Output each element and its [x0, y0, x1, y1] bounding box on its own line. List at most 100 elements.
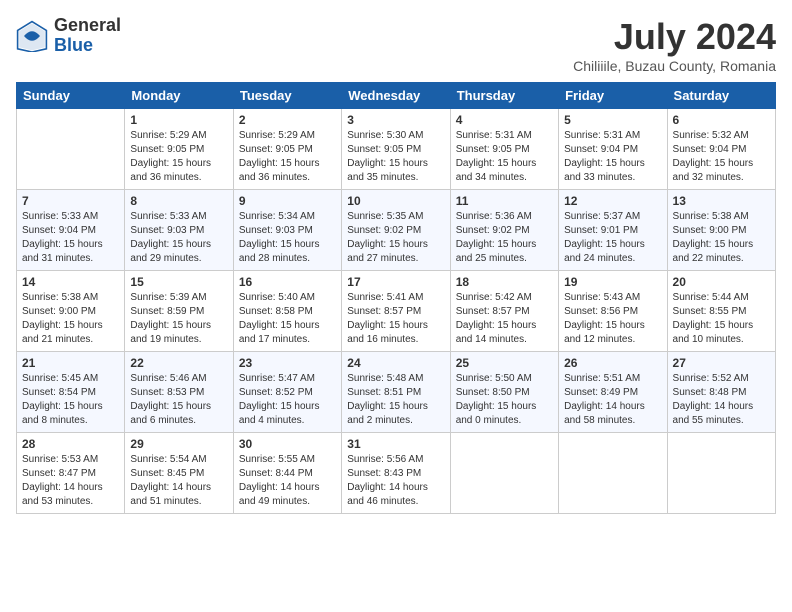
day-number: 17	[347, 275, 444, 289]
day-number: 22	[130, 356, 227, 370]
day-number: 11	[456, 194, 553, 208]
title-block: July 2024 Chiliiile, Buzau County, Roman…	[573, 16, 776, 74]
day-number: 19	[564, 275, 661, 289]
calendar-cell: 26 Sunrise: 5:51 AM Sunset: 8:49 PM Dayli…	[559, 352, 667, 433]
day-info: Sunrise: 5:56 AM Sunset: 8:43 PM Dayligh…	[347, 453, 444, 509]
calendar-week-row: 7 Sunrise: 5:33 AM Sunset: 9:04 PM Daylig…	[17, 190, 776, 271]
day-info: Sunrise: 5:29 AM Sunset: 9:05 PM Dayligh…	[130, 129, 227, 185]
calendar-cell	[559, 433, 667, 514]
logo-general: General	[54, 16, 121, 36]
calendar-week-row: 21Sunrise: 5:45 AM Sunset: 8:54 PM Dayli…	[17, 352, 776, 433]
page-header: General Blue July 2024 Chiliiile, Buzau …	[16, 16, 776, 74]
day-number: 14	[22, 275, 119, 289]
calendar-cell: 11Sunrise: 5:36 AM Sunset: 9:02 PM Dayli…	[450, 190, 558, 271]
day-number: 12	[564, 194, 661, 208]
calendar-week-row: 28Sunrise: 5:53 AM Sunset: 8:47 PM Dayli…	[17, 433, 776, 514]
day-info: Sunrise: 5:46 AM Sunset: 8:53 PM Dayligh…	[130, 372, 227, 428]
day-info: Sunrise: 5:30 AM Sunset: 9:05 PM Dayligh…	[347, 129, 444, 185]
day-info: Sunrise: 5:47 AM Sunset: 8:52 PM Dayligh…	[239, 372, 336, 428]
calendar-cell: 3 Sunrise: 5:30 AM Sunset: 9:05 PM Daylig…	[342, 109, 450, 190]
month-title: July 2024	[573, 16, 776, 58]
day-info: Sunrise: 5:31 AM Sunset: 9:05 PM Dayligh…	[456, 129, 553, 185]
calendar-cell: 29Sunrise: 5:54 AM Sunset: 8:45 PM Dayli…	[125, 433, 233, 514]
day-info: Sunrise: 5:41 AM Sunset: 8:57 PM Dayligh…	[347, 291, 444, 347]
day-info: Sunrise: 5:31 AM Sunset: 9:04 PM Dayligh…	[564, 129, 661, 185]
day-info: Sunrise: 5:51 AM Sunset: 8:49 PM Dayligh…	[564, 372, 661, 428]
day-info: Sunrise: 5:38 AM Sunset: 9:00 PM Dayligh…	[673, 210, 770, 266]
calendar-cell: 1 Sunrise: 5:29 AM Sunset: 9:05 PM Daylig…	[125, 109, 233, 190]
day-number: 13	[673, 194, 770, 208]
calendar-cell: 13 Sunrise: 5:38 AM Sunset: 9:00 PM Dayli…	[667, 190, 775, 271]
day-number: 7	[22, 194, 119, 208]
weekday-header: Wednesday	[342, 83, 450, 109]
day-info: Sunrise: 5:53 AM Sunset: 8:47 PM Dayligh…	[22, 453, 119, 509]
day-number: 6	[673, 113, 770, 127]
calendar-cell: 24 Sunrise: 5:48 AM Sunset: 8:51 PM Dayli…	[342, 352, 450, 433]
day-number: 8	[130, 194, 227, 208]
day-info: Sunrise: 5:42 AM Sunset: 8:57 PM Dayligh…	[456, 291, 553, 347]
weekday-header: Tuesday	[233, 83, 341, 109]
calendar-cell: 10Sunrise: 5:35 AM Sunset: 9:02 PM Dayli…	[342, 190, 450, 271]
weekday-header: Saturday	[667, 83, 775, 109]
day-info: Sunrise: 5:32 AM Sunset: 9:04 PM Dayligh…	[673, 129, 770, 185]
day-number: 4	[456, 113, 553, 127]
calendar-cell: 21Sunrise: 5:45 AM Sunset: 8:54 PM Dayli…	[17, 352, 125, 433]
day-info: Sunrise: 5:29 AM Sunset: 9:05 PM Dayligh…	[239, 129, 336, 185]
day-info: Sunrise: 5:55 AM Sunset: 8:44 PM Dayligh…	[239, 453, 336, 509]
day-info: Sunrise: 5:33 AM Sunset: 9:03 PM Dayligh…	[130, 210, 227, 266]
day-info: Sunrise: 5:39 AM Sunset: 8:59 PM Dayligh…	[130, 291, 227, 347]
day-number: 18	[456, 275, 553, 289]
weekday-header: Sunday	[17, 83, 125, 109]
calendar-week-row: 14 Sunrise: 5:38 AM Sunset: 9:00 PM Dayli…	[17, 271, 776, 352]
calendar-cell: 5 Sunrise: 5:31 AM Sunset: 9:04 PM Daylig…	[559, 109, 667, 190]
day-info: Sunrise: 5:48 AM Sunset: 8:51 PM Dayligh…	[347, 372, 444, 428]
day-number: 1	[130, 113, 227, 127]
calendar-cell: 25 Sunrise: 5:50 AM Sunset: 8:50 PM Dayli…	[450, 352, 558, 433]
day-number: 9	[239, 194, 336, 208]
calendar-cell: 30 Sunrise: 5:55 AM Sunset: 8:44 PM Dayli…	[233, 433, 341, 514]
day-number: 31	[347, 437, 444, 451]
calendar-cell: 9Sunrise: 5:34 AM Sunset: 9:03 PM Daylig…	[233, 190, 341, 271]
day-number: 3	[347, 113, 444, 127]
calendar-cell: 4 Sunrise: 5:31 AM Sunset: 9:05 PM Daylig…	[450, 109, 558, 190]
day-info: Sunrise: 5:35 AM Sunset: 9:02 PM Dayligh…	[347, 210, 444, 266]
calendar-cell: 31 Sunrise: 5:56 AM Sunset: 8:43 PM Dayli…	[342, 433, 450, 514]
day-number: 16	[239, 275, 336, 289]
day-number: 24	[347, 356, 444, 370]
day-info: Sunrise: 5:38 AM Sunset: 9:00 PM Dayligh…	[22, 291, 119, 347]
calendar-cell: 22 Sunrise: 5:46 AM Sunset: 8:53 PM Dayli…	[125, 352, 233, 433]
calendar-cell	[667, 433, 775, 514]
logo: General Blue	[16, 16, 121, 56]
calendar-cell: 17 Sunrise: 5:41 AM Sunset: 8:57 PM Dayli…	[342, 271, 450, 352]
calendar-cell: 14 Sunrise: 5:38 AM Sunset: 9:00 PM Dayli…	[17, 271, 125, 352]
calendar-table: SundayMondayTuesdayWednesdayThursdayFrid…	[16, 82, 776, 514]
calendar-cell: 2 Sunrise: 5:29 AM Sunset: 9:05 PM Daylig…	[233, 109, 341, 190]
calendar-cell: 20Sunrise: 5:44 AM Sunset: 8:55 PM Dayli…	[667, 271, 775, 352]
logo-blue: Blue	[54, 36, 121, 56]
day-info: Sunrise: 5:40 AM Sunset: 8:58 PM Dayligh…	[239, 291, 336, 347]
day-number: 2	[239, 113, 336, 127]
day-number: 23	[239, 356, 336, 370]
calendar-cell: 23 Sunrise: 5:47 AM Sunset: 8:52 PM Dayli…	[233, 352, 341, 433]
day-number: 15	[130, 275, 227, 289]
day-number: 5	[564, 113, 661, 127]
day-info: Sunrise: 5:54 AM Sunset: 8:45 PM Dayligh…	[130, 453, 227, 509]
location-title: Chiliiile, Buzau County, Romania	[573, 58, 776, 74]
day-number: 26	[564, 356, 661, 370]
day-number: 30	[239, 437, 336, 451]
calendar-cell: 15 Sunrise: 5:39 AM Sunset: 8:59 PM Dayli…	[125, 271, 233, 352]
weekday-header: Monday	[125, 83, 233, 109]
calendar-cell	[17, 109, 125, 190]
calendar-cell: 8 Sunrise: 5:33 AM Sunset: 9:03 PM Daylig…	[125, 190, 233, 271]
day-info: Sunrise: 5:50 AM Sunset: 8:50 PM Dayligh…	[456, 372, 553, 428]
logo-icon	[16, 20, 48, 52]
weekday-header: Friday	[559, 83, 667, 109]
day-number: 27	[673, 356, 770, 370]
day-info: Sunrise: 5:33 AM Sunset: 9:04 PM Dayligh…	[22, 210, 119, 266]
weekday-header: Thursday	[450, 83, 558, 109]
day-number: 25	[456, 356, 553, 370]
calendar-cell: 7 Sunrise: 5:33 AM Sunset: 9:04 PM Daylig…	[17, 190, 125, 271]
calendar-cell: 16 Sunrise: 5:40 AM Sunset: 8:58 PM Dayli…	[233, 271, 341, 352]
day-info: Sunrise: 5:43 AM Sunset: 8:56 PM Dayligh…	[564, 291, 661, 347]
calendar-header-row: SundayMondayTuesdayWednesdayThursdayFrid…	[17, 83, 776, 109]
